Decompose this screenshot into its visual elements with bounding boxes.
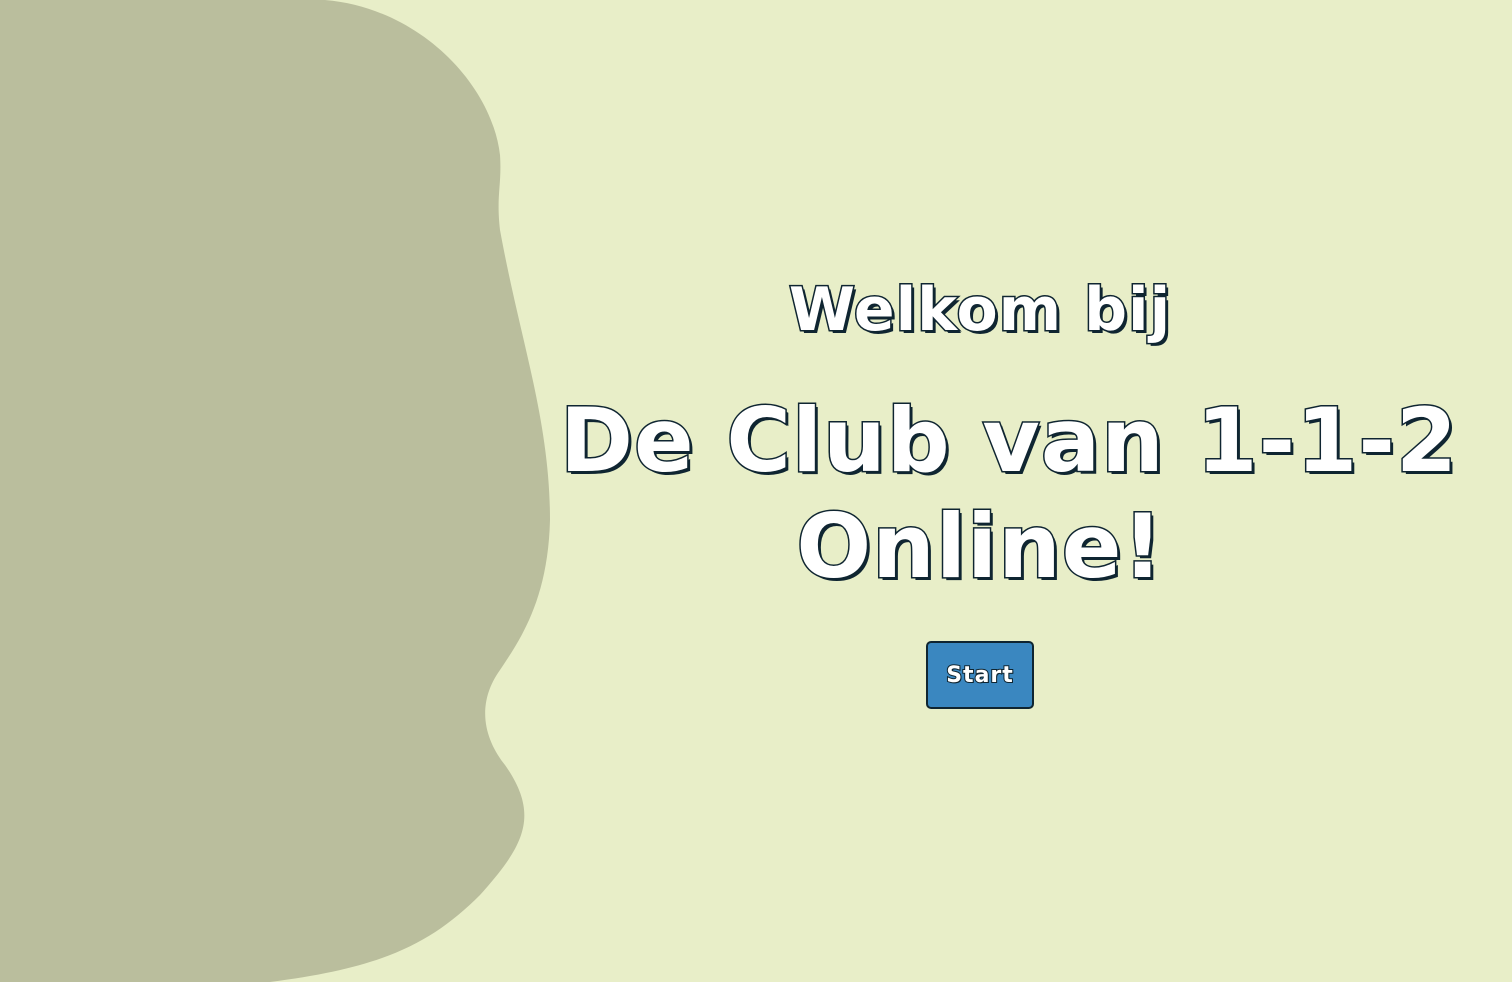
start-button-label: Start: [945, 662, 1014, 689]
head-silhouette-shape: [0, 0, 550, 982]
title-line-2: Online!: [795, 494, 1164, 600]
welcome-text: Welkom bij: [787, 274, 1172, 347]
welcome-content: Welkom bij De Club van 1-1-2 Online! Sta…: [559, 0, 1459, 982]
welcome-screen: Welkom bij De Club van 1-1-2 Online! Sta…: [0, 0, 1512, 982]
title-line-1: De Club van 1-1-2: [559, 388, 1459, 494]
start-button[interactable]: Start: [926, 641, 1034, 709]
welcome-heading: Welkom bij: [560, 272, 1400, 348]
page-title: De Club van 1-1-2 Online!: [559, 388, 1459, 600]
